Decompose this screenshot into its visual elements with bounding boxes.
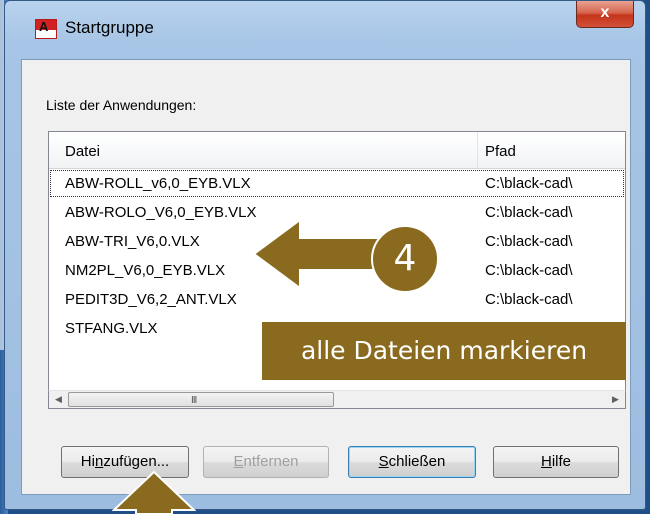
- file-name: NM2PL_V6,0_EYB.VLX: [65, 262, 226, 279]
- horizontal-scrollbar[interactable]: ◀ III ▶: [48, 390, 626, 409]
- up-arrow-icon: [112, 470, 196, 514]
- title-bar[interactable]: A Startgruppe x: [5, 1, 645, 59]
- instruction-callout: alle Dateien markieren: [262, 322, 626, 380]
- column-header-path[interactable]: Pfad: [485, 143, 516, 160]
- scroll-right-icon[interactable]: ▶: [607, 391, 624, 408]
- remove-button[interactable]: Entfernen: [203, 446, 329, 478]
- application-list-label: Liste der Anwendungen:: [46, 97, 197, 113]
- file-path: C:\black-cad\: [485, 291, 573, 308]
- file-name: ABW-ROLO_V6,0_EYB.VLX: [65, 204, 257, 221]
- file-name: ABW-ROLL_v6,0_EYB.VLX: [65, 175, 251, 192]
- autocad-app-icon: A: [35, 19, 57, 39]
- close-icon: x: [600, 4, 610, 21]
- close-dialog-button[interactable]: Schließen: [348, 446, 476, 478]
- file-path: C:\black-cad\: [485, 262, 573, 279]
- file-path: C:\black-cad\: [485, 233, 573, 250]
- scrollbar-grip-icon: III: [191, 395, 197, 406]
- column-header-file[interactable]: Datei: [65, 143, 100, 160]
- file-path: C:\black-cad\: [485, 204, 573, 221]
- file-name: STFANG.VLX: [65, 320, 158, 337]
- file-name: ABW-TRI_V6,0.VLX: [65, 233, 200, 250]
- column-divider[interactable]: [477, 132, 478, 168]
- close-button[interactable]: x: [576, 1, 634, 28]
- dialog-title: Startgruppe: [65, 18, 154, 37]
- left-arrow-icon: [252, 218, 381, 290]
- step-number-badge: 4: [371, 225, 439, 293]
- scrollbar-thumb[interactable]: III: [68, 392, 334, 407]
- file-path: C:\black-cad\: [485, 175, 573, 192]
- list-header: Datei Pfad: [49, 132, 625, 169]
- list-item[interactable]: ABW-ROLL_v6,0_EYB.VLX C:\black-cad\: [49, 169, 625, 198]
- help-button[interactable]: Hilfe: [493, 446, 619, 478]
- file-name: PEDIT3D_V6,2_ANT.VLX: [65, 291, 237, 308]
- scroll-left-icon[interactable]: ◀: [50, 391, 67, 408]
